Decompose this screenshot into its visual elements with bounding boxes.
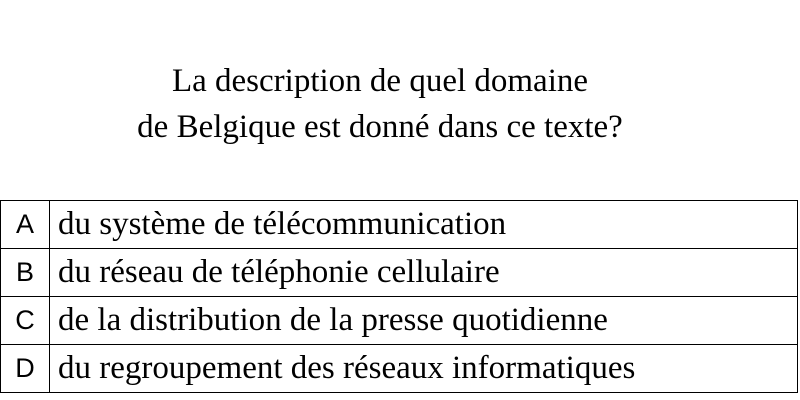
option-row-b[interactable]: B du réseau de téléphonie cellulaire [0,248,798,297]
question-line-2: de Belgique est donné dans ce texte? [137,109,623,145]
option-text: de la distribution de la presse quotidie… [49,296,798,345]
option-text: du système de télécommunication [49,200,798,249]
question-line-1: La description de quel domaine [171,63,589,99]
option-letter: B [0,248,50,297]
answer-options-table: A du système de télécommunication B du r… [0,200,798,393]
question-text: La description de quel domaine de Belgiq… [0,58,760,150]
option-text: du regroupement des réseaux informatique… [49,344,798,393]
option-text: du réseau de téléphonie cellulaire [49,248,798,297]
option-letter: C [0,296,50,345]
option-row-a[interactable]: A du système de télécommunication [0,200,798,249]
option-row-c[interactable]: C de la distribution de la presse quotid… [0,296,798,345]
option-row-d[interactable]: D du regroupement des réseaux informatiq… [0,344,798,393]
option-letter: D [0,344,50,393]
option-letter: A [0,200,50,249]
